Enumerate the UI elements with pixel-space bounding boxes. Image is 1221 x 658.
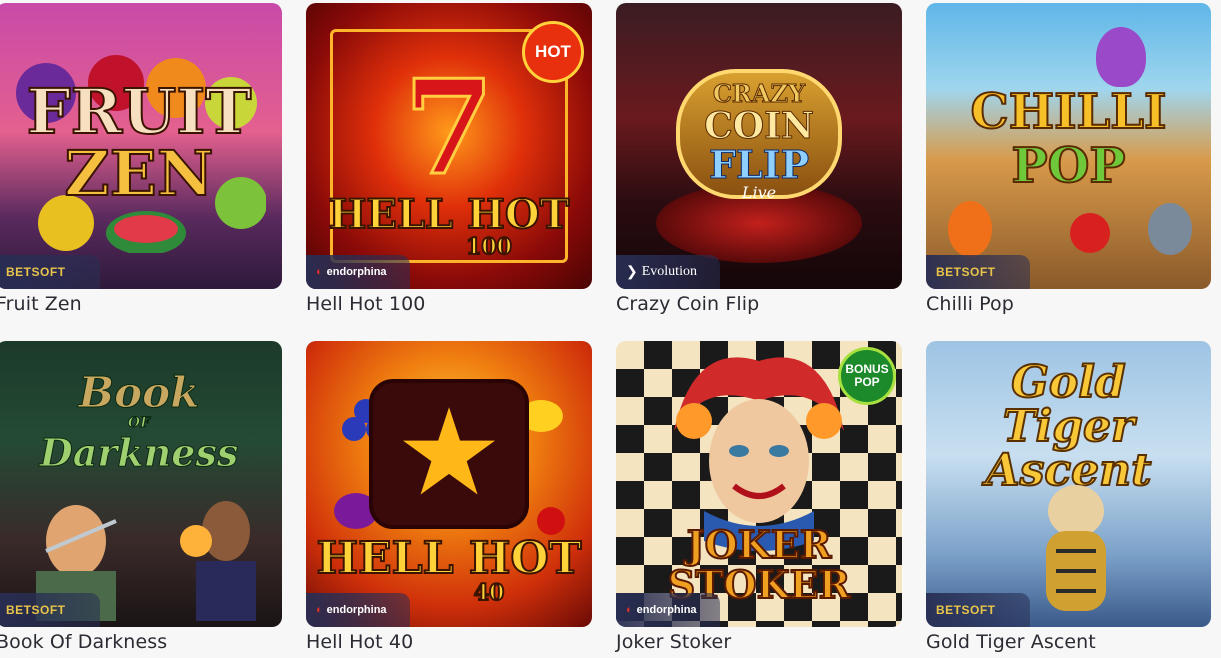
- game-title[interactable]: Chilli Pop: [926, 293, 1014, 315]
- game-title[interactable]: Joker Stoker: [616, 631, 731, 653]
- game-title[interactable]: Fruit Zen: [0, 293, 82, 315]
- game-card-crazy-coin-flip[interactable]: CRAZY COIN FLIP Live ❯ Evolution Crazy C…: [616, 3, 902, 315]
- game-thumbnail[interactable]: CRAZY COIN FLIP Live ❯ Evolution: [616, 3, 902, 289]
- game-card-hell-hot-100[interactable]: 7 HOT HELL HOT 100 ◐ endorphina Hell Hot…: [306, 3, 592, 315]
- game-logo: CHILLI POP: [970, 84, 1168, 194]
- game-thumbnail[interactable]: Gold Tiger Ascent BETSOFT: [926, 341, 1211, 627]
- provider-badge: ◐ endorphina: [306, 593, 410, 627]
- game-card-joker-stoker[interactable]: BONUS POP JOKER STOKER ◐ endorphina Joke…: [616, 341, 902, 653]
- betsoft-logo-icon: BETSOFT: [6, 265, 66, 279]
- game-title[interactable]: Gold Tiger Ascent: [926, 631, 1096, 653]
- game-logo: Gold Tiger Ascent: [984, 357, 1152, 496]
- game-card-gold-tiger-ascent[interactable]: Gold Tiger Ascent BETSOFT Gold Tiger Asc…: [926, 341, 1212, 653]
- hot-badge: HOT: [522, 21, 584, 83]
- game-title[interactable]: Hell Hot 100: [306, 293, 425, 315]
- provider-badge: BETSOFT: [926, 255, 1030, 289]
- game-thumbnail[interactable]: CHILLI POP BETSOFT: [926, 3, 1211, 289]
- provider-name: endorphina: [326, 604, 387, 616]
- provider-badge: ◐ endorphina: [616, 593, 720, 627]
- provider-name: endorphina: [326, 266, 387, 278]
- evolution-logo-icon: ❯: [626, 264, 638, 280]
- game-card-book-of-darkness[interactable]: Book OF Darkness BETSOFT Book Of Darknes…: [0, 341, 282, 653]
- provider-badge: BETSOFT: [0, 593, 100, 627]
- game-card-hell-hot-40[interactable]: ★ HELL HOT 40 ◐ endorphina Hell Hot 40: [306, 341, 592, 653]
- endorphina-logo-icon: ◐: [316, 604, 323, 616]
- provider-badge: ◐ endorphina: [306, 255, 410, 289]
- betsoft-logo-icon: BETSOFT: [936, 603, 996, 617]
- game-title[interactable]: Crazy Coin Flip: [616, 293, 759, 315]
- game-thumbnail[interactable]: ★ HELL HOT 40 ◐ endorphina: [306, 341, 592, 627]
- game-thumbnail[interactable]: BONUS POP JOKER STOKER ◐ endorphina: [616, 341, 902, 627]
- game-thumbnail[interactable]: 7 HOT HELL HOT 100 ◐ endorphina: [306, 3, 592, 289]
- game-card-fruit-zen[interactable]: FRUIT ZEN BETSOFT Fruit Zen: [0, 3, 282, 315]
- game-logo: CRAZY COIN FLIP Live: [704, 79, 815, 202]
- game-title[interactable]: Hell Hot 40: [306, 631, 413, 653]
- game-logo: HELL HOT 100: [328, 191, 571, 261]
- provider-name: Evolution: [641, 264, 697, 279]
- game-thumbnail[interactable]: Book OF Darkness BETSOFT: [0, 341, 282, 627]
- bonus-pop-badge: BONUS POP: [838, 347, 896, 405]
- game-logo: FRUIT ZEN: [26, 75, 253, 210]
- endorphina-logo-icon: ◐: [316, 266, 323, 278]
- game-thumbnail[interactable]: FRUIT ZEN BETSOFT: [0, 3, 282, 289]
- chilli-characters-image: [940, 199, 1200, 259]
- endorphina-logo-icon: ◐: [626, 604, 633, 616]
- provider-badge: BETSOFT: [0, 255, 100, 289]
- betsoft-logo-icon: BETSOFT: [936, 265, 996, 279]
- game-logo: Book OF Darkness: [39, 368, 239, 475]
- provider-name: endorphina: [636, 604, 697, 616]
- provider-badge: BETSOFT: [926, 593, 1030, 627]
- game-card-chilli-pop[interactable]: CHILLI POP BETSOFT Chilli Pop: [926, 3, 1212, 315]
- game-grid: FRUIT ZEN BETSOFT Fruit Zen 7 HOT HELL H…: [0, 0, 1221, 658]
- game-title[interactable]: Book Of Darkness: [0, 631, 167, 653]
- star-symbol-image: ★: [369, 379, 529, 529]
- onion-character-image: [1096, 27, 1146, 87]
- provider-badge: ❯ Evolution: [616, 255, 720, 289]
- betsoft-logo-icon: BETSOFT: [6, 603, 66, 617]
